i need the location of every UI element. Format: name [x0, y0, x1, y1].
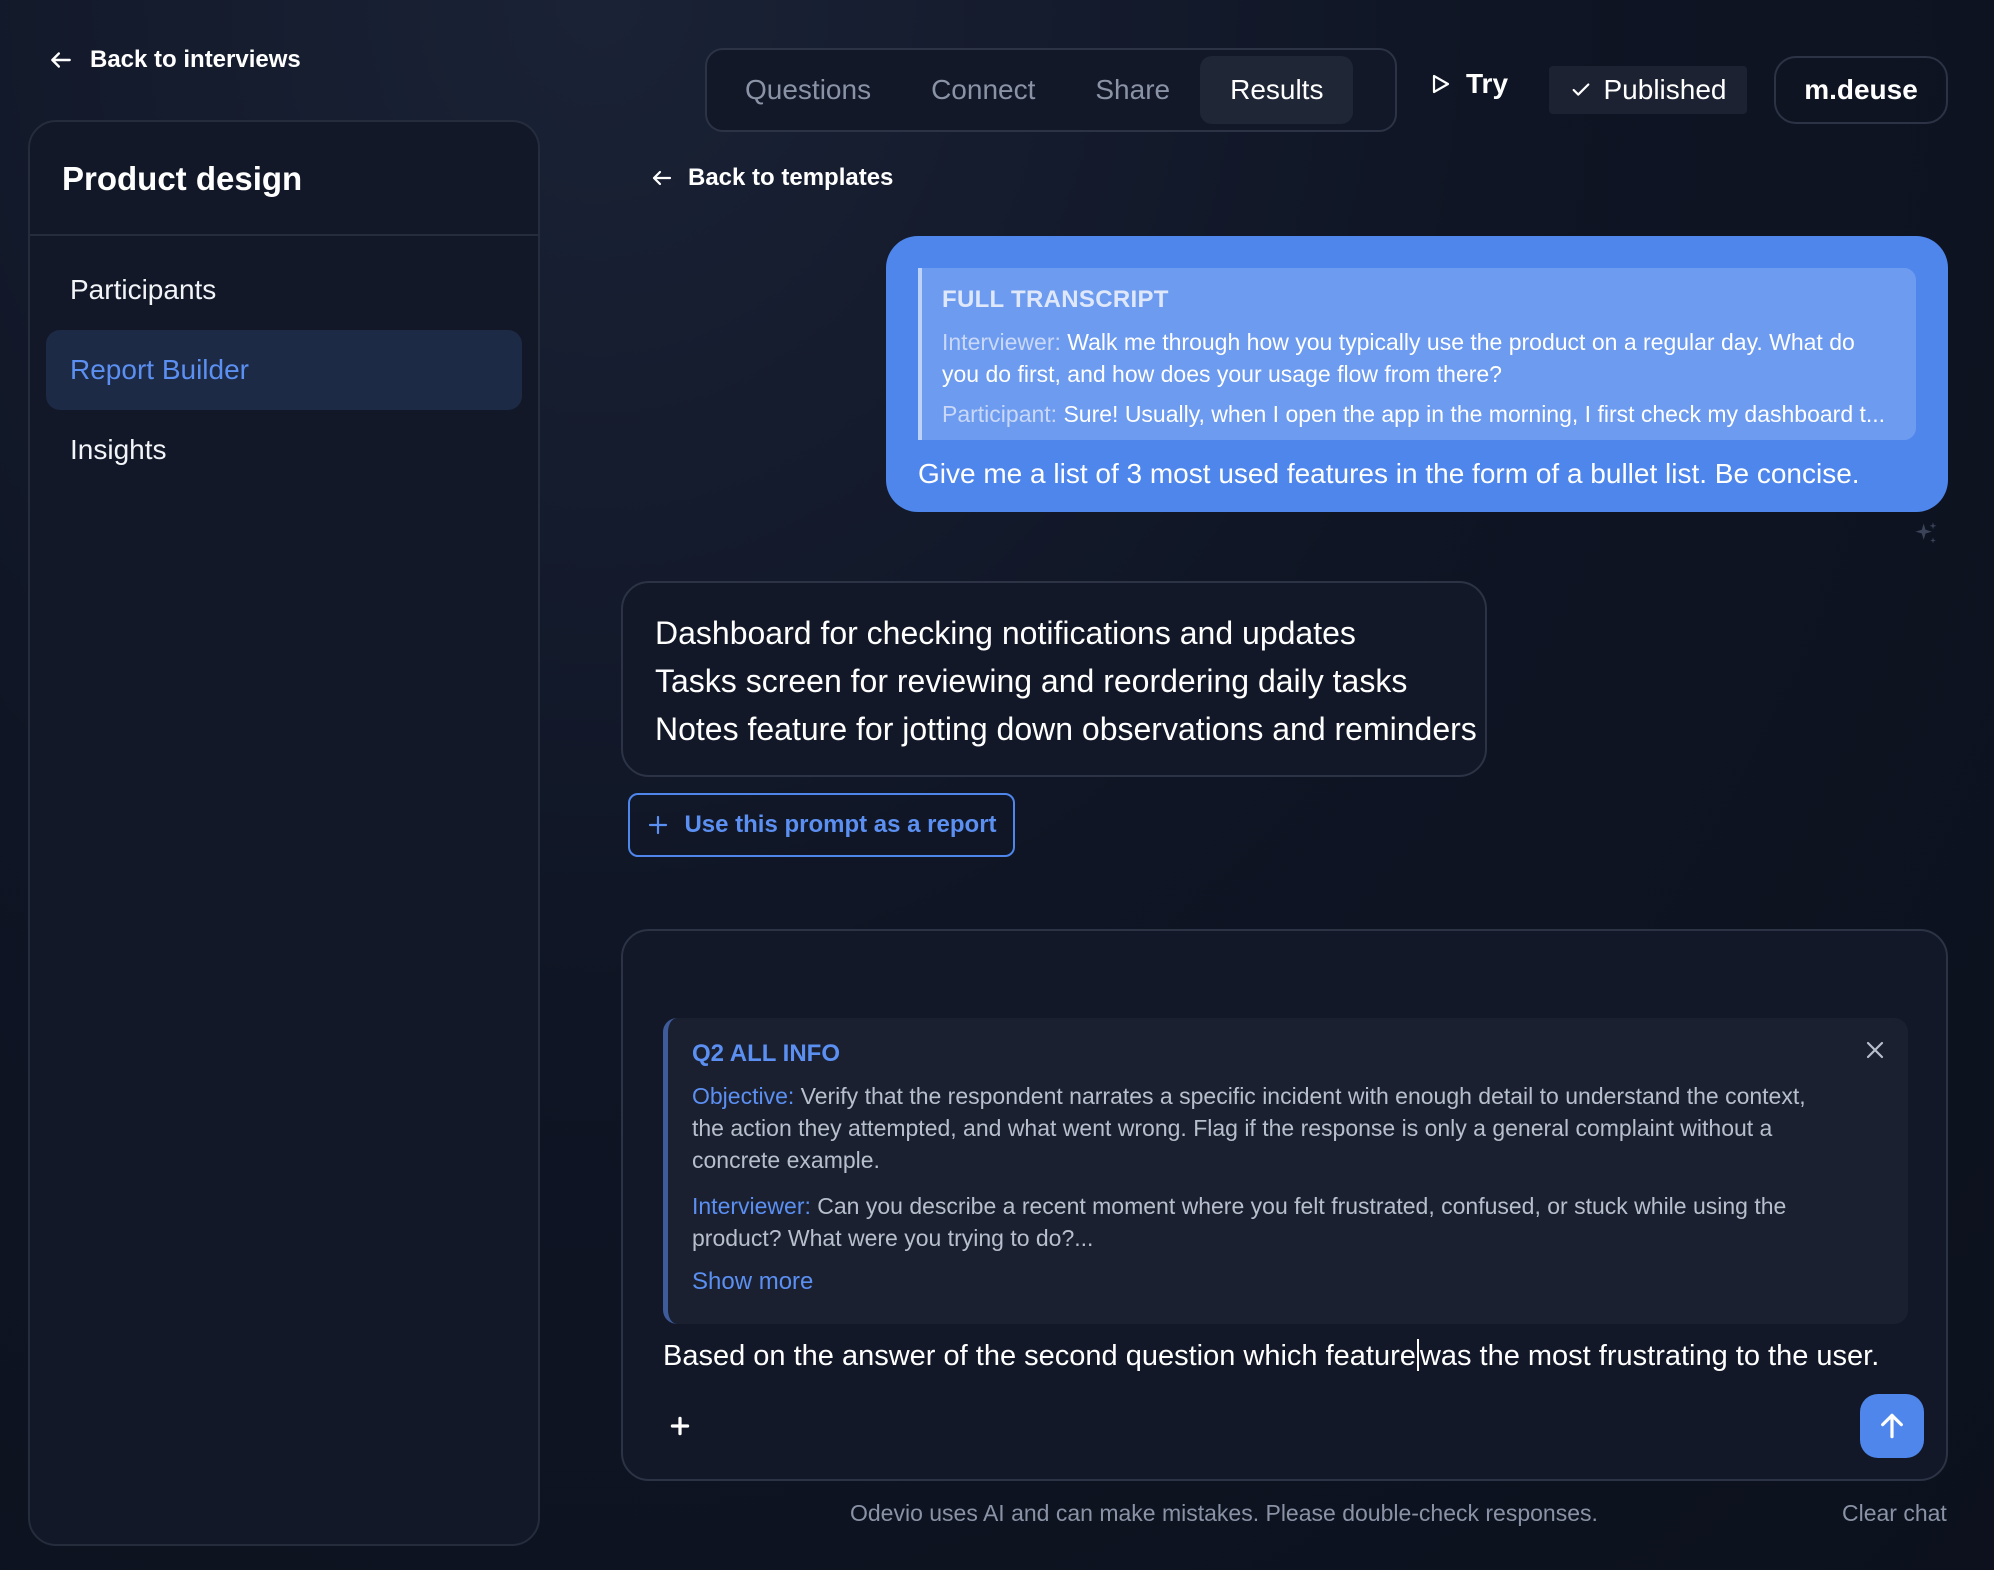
- sidebar-item-insights[interactable]: Insights: [46, 410, 522, 490]
- sidebar-item-label: Participants: [70, 274, 217, 305]
- back-to-interviews-label: Back to interviews: [90, 46, 301, 73]
- published-label: Published: [1603, 74, 1727, 105]
- quote-title: FULL TRANSCRIPT: [942, 286, 1169, 313]
- objective-paragraph: Objective: Verify that the respondent na…: [692, 1080, 1828, 1176]
- participant-label: Participant:: [942, 401, 1058, 427]
- close-icon: [1866, 1041, 1884, 1058]
- sidebar-item-label: Report Builder: [70, 354, 249, 385]
- assistant-message-bubble: Dashboard for checking notifications and…: [621, 581, 1487, 777]
- transcript-quote: FULL TRANSCRIPT Interviewer: Walk me thr…: [918, 268, 1916, 440]
- try-label: Try: [1466, 68, 1509, 99]
- back-to-templates-label: Back to templates: [688, 164, 894, 191]
- sparkle-icon[interactable]: [1912, 520, 1940, 548]
- sidebar-item-label: Insights: [70, 434, 167, 465]
- show-more-link[interactable]: Show more: [692, 1268, 813, 1296]
- user-menu-button[interactable]: m.deuse: [1774, 56, 1948, 124]
- message-input[interactable]: Based on the answer of the second questi…: [663, 1339, 1908, 1373]
- user-message-text: Give me a list of 3 most used features i…: [918, 458, 1860, 489]
- message-composer: Q2 ALL INFO Objective: Verify that the r…: [621, 929, 1948, 1481]
- use-prompt-as-report-button[interactable]: Use this prompt as a report: [628, 793, 1015, 857]
- list-item: Notes feature for jotting down observati…: [655, 711, 1477, 747]
- project-title: Product design: [30, 122, 538, 236]
- plus-icon: [670, 1416, 690, 1435]
- context-card: Q2 ALL INFO Objective: Verify that the r…: [663, 1018, 1908, 1324]
- published-status-badge: Published: [1549, 66, 1747, 114]
- use-prompt-label: Use this prompt as a report: [684, 811, 997, 838]
- input-text-after-caret: was the most frustrating to the user.: [1419, 1340, 1880, 1372]
- interviewer-paragraph: Interviewer: Can you describe a recent m…: [692, 1190, 1828, 1254]
- list-item: Dashboard for checking notifications and…: [655, 615, 1356, 651]
- text-caret: [1416, 1339, 1419, 1371]
- play-icon: [1432, 74, 1450, 94]
- participant-line: Participant: Sure! Usually, when I open …: [942, 398, 1894, 430]
- add-attachment-button[interactable]: [665, 1412, 695, 1442]
- interviewer-text: Can you describe a recent moment where y…: [692, 1193, 1787, 1251]
- interviewer-label: Interviewer:: [942, 329, 1061, 355]
- tab-connect[interactable]: Connect: [901, 56, 1065, 124]
- interviewer-line: Interviewer: Walk me through how you typ…: [942, 326, 1894, 390]
- arrow-left-icon: [51, 52, 71, 68]
- objective-text: Verify that the respondent narrates a sp…: [692, 1083, 1806, 1173]
- user-message-bubble: FULL TRANSCRIPT Interviewer: Walk me thr…: [886, 236, 1948, 512]
- remove-context-button[interactable]: [1860, 1036, 1890, 1066]
- tab-results[interactable]: Results: [1200, 56, 1354, 124]
- tab-share[interactable]: Share: [1065, 56, 1200, 124]
- objective-label: Objective:: [692, 1083, 795, 1109]
- sidebar-nav: Participants Report Builder Insights: [30, 236, 538, 504]
- arrow-left-icon: [652, 170, 672, 186]
- input-text-before-caret: Based on the answer of the second questi…: [663, 1340, 1416, 1372]
- back-to-templates-link[interactable]: Back to templates: [650, 164, 893, 192]
- interviewer-label: Interviewer:: [692, 1193, 811, 1219]
- clear-chat-button[interactable]: Clear chat: [1842, 1500, 1947, 1527]
- sidebar-item-report-builder[interactable]: Report Builder: [46, 330, 522, 410]
- list-item: Tasks screen for reviewing and reorderin…: [655, 663, 1408, 699]
- back-to-interviews-link[interactable]: Back to interviews: [48, 46, 301, 74]
- context-title: Q2 ALL INFO: [692, 1040, 841, 1067]
- interviewer-text: Walk me through how you typically use th…: [942, 329, 1855, 387]
- sidebar: Product design Participants Report Build…: [28, 120, 540, 1546]
- tab-questions[interactable]: Questions: [715, 56, 901, 124]
- check-icon: [1572, 83, 1589, 96]
- arrow-up-icon: [1881, 1413, 1903, 1439]
- main-tabs: Questions Connect Share Results: [705, 48, 1397, 132]
- send-button[interactable]: [1860, 1394, 1924, 1458]
- participant-text: Sure! Usually, when I open the app in th…: [1063, 401, 1886, 427]
- sidebar-item-participants[interactable]: Participants: [46, 250, 522, 330]
- ai-disclaimer: Odevio uses AI and can make mistakes. Pl…: [850, 1500, 1598, 1526]
- plus-icon: [649, 815, 668, 835]
- try-button[interactable]: Try: [1428, 68, 1508, 100]
